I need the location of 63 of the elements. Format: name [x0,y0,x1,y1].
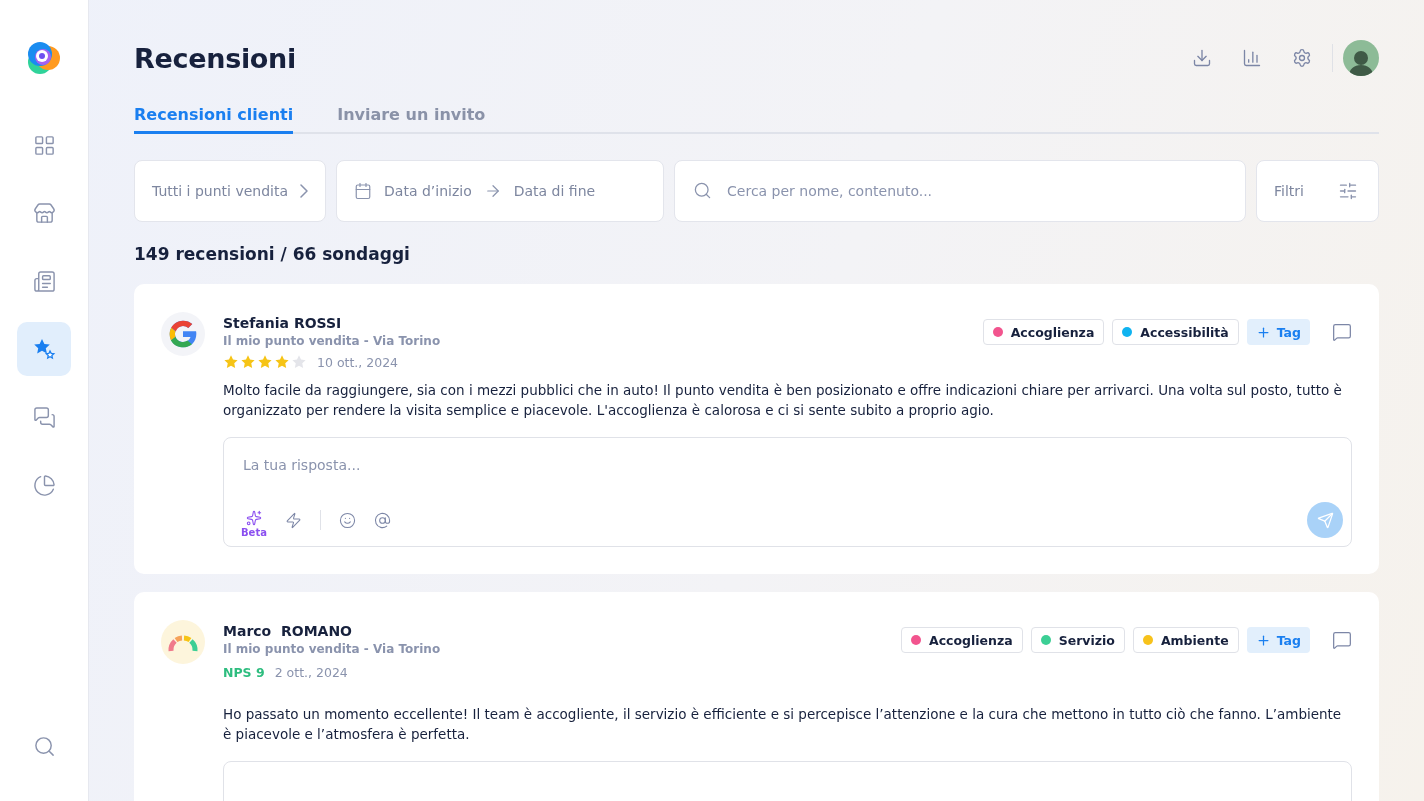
send-icon [1316,511,1334,529]
review-text: Molto facile da raggiungere, sia con i mezzi pubblici che in auto! Il punto vendita è ben posizionato e offre indicazioni chiare per arrivarci. Una volta sul posto, tutto è organizzato per rendere la visita semplice e piacevole. L'accoglienza è calorosa e ci si sente subito a proprio agio. [223,381,1343,420]
tag[interactable]: Accessibilità [1112,319,1239,345]
star-icon [223,354,239,370]
review-date: 2 ott., 2024 [274,665,348,680]
tag-label: Accessibilità [1140,324,1229,340]
user-avatar[interactable] [1343,40,1379,76]
store-icon [32,201,56,225]
reviewer-name: Marco ROMANO [223,623,353,639]
plus-icon [1255,324,1271,340]
app-logo[interactable] [26,40,62,76]
sliders-icon [1337,181,1358,201]
tab[interactable]: Recensioni clienti [134,105,294,134]
google-g-icon [167,318,199,350]
dashboard-grid-icon [32,133,56,157]
sparkles-icon [245,510,262,526]
reviewer-name: Stefania ROSSI [223,315,343,331]
chat-bubbles-icon [32,405,56,429]
tag[interactable]: Ambiente [1132,627,1239,653]
review-text: Ho passato un momento eccellente! Il team è accogliente, il servizio è efficiente e si percepisce l’attenzione e la cura che mettono in tutto ciò che fanno. L’ambiente è piacevole e l’atmosfera è perfetta. [223,705,1343,744]
store-name: Il mio punto vendita - Via Torino [223,334,441,348]
nps-score: NPS 9 [223,665,265,680]
star-icon [240,354,256,370]
page-title: Recensioni [134,42,296,74]
smiley-icon [338,511,356,529]
pie-chart-icon [32,473,56,497]
add-tag-button[interactable]: Tag [1246,319,1310,345]
search-icon [693,181,713,200]
chevron-right-icon [300,184,309,198]
sidebar-item[interactable] [17,322,71,376]
tag-label: Servizio [1058,632,1115,648]
star-icon [291,354,307,370]
mention-button[interactable] [373,511,391,529]
stars-icon [32,337,56,361]
ai-reply-button[interactable]: Beta [241,510,267,538]
download-icon [1192,48,1212,68]
search-field[interactable]: Cerca per nome, contenuto... [674,160,1246,222]
newspaper-icon [32,269,56,293]
tag-label: Accoglienza [929,632,1013,648]
add-tag-button[interactable]: Tag [1246,627,1310,653]
search-icon [32,734,56,758]
review-date: 10 ott., 2024 [317,354,399,370]
filters-button[interactable]: Filtri [1256,160,1379,222]
tag-label: Accoglienza [1010,324,1095,340]
tag[interactable]: Servizio [1030,627,1125,653]
review-count: 149 recensioni / 66 sondaggi [134,244,411,264]
star-icon [257,354,273,370]
at-sign-icon [373,511,391,529]
calendar-icon [354,182,373,200]
settings-icon [1292,48,1312,68]
star-icon [274,354,290,370]
bar-chart-icon [1242,48,1262,68]
store-selector[interactable]: Tutti i punti vendita [134,160,327,222]
store-name: Il mio punto vendita - Via Torino [223,642,441,656]
quick-reply-button[interactable] [284,511,302,529]
emoji-button[interactable] [338,511,356,529]
tag[interactable]: Accoglienza [982,319,1105,345]
plus-icon [1255,632,1271,648]
tag-label: Ambiente [1160,632,1229,648]
tab[interactable]: Inviare un invito [337,105,486,134]
lightning-icon [284,511,302,529]
tag[interactable]: Accoglienza [901,627,1023,653]
date-range-picker[interactable]: Data d’inizio Data di fine [336,160,665,222]
